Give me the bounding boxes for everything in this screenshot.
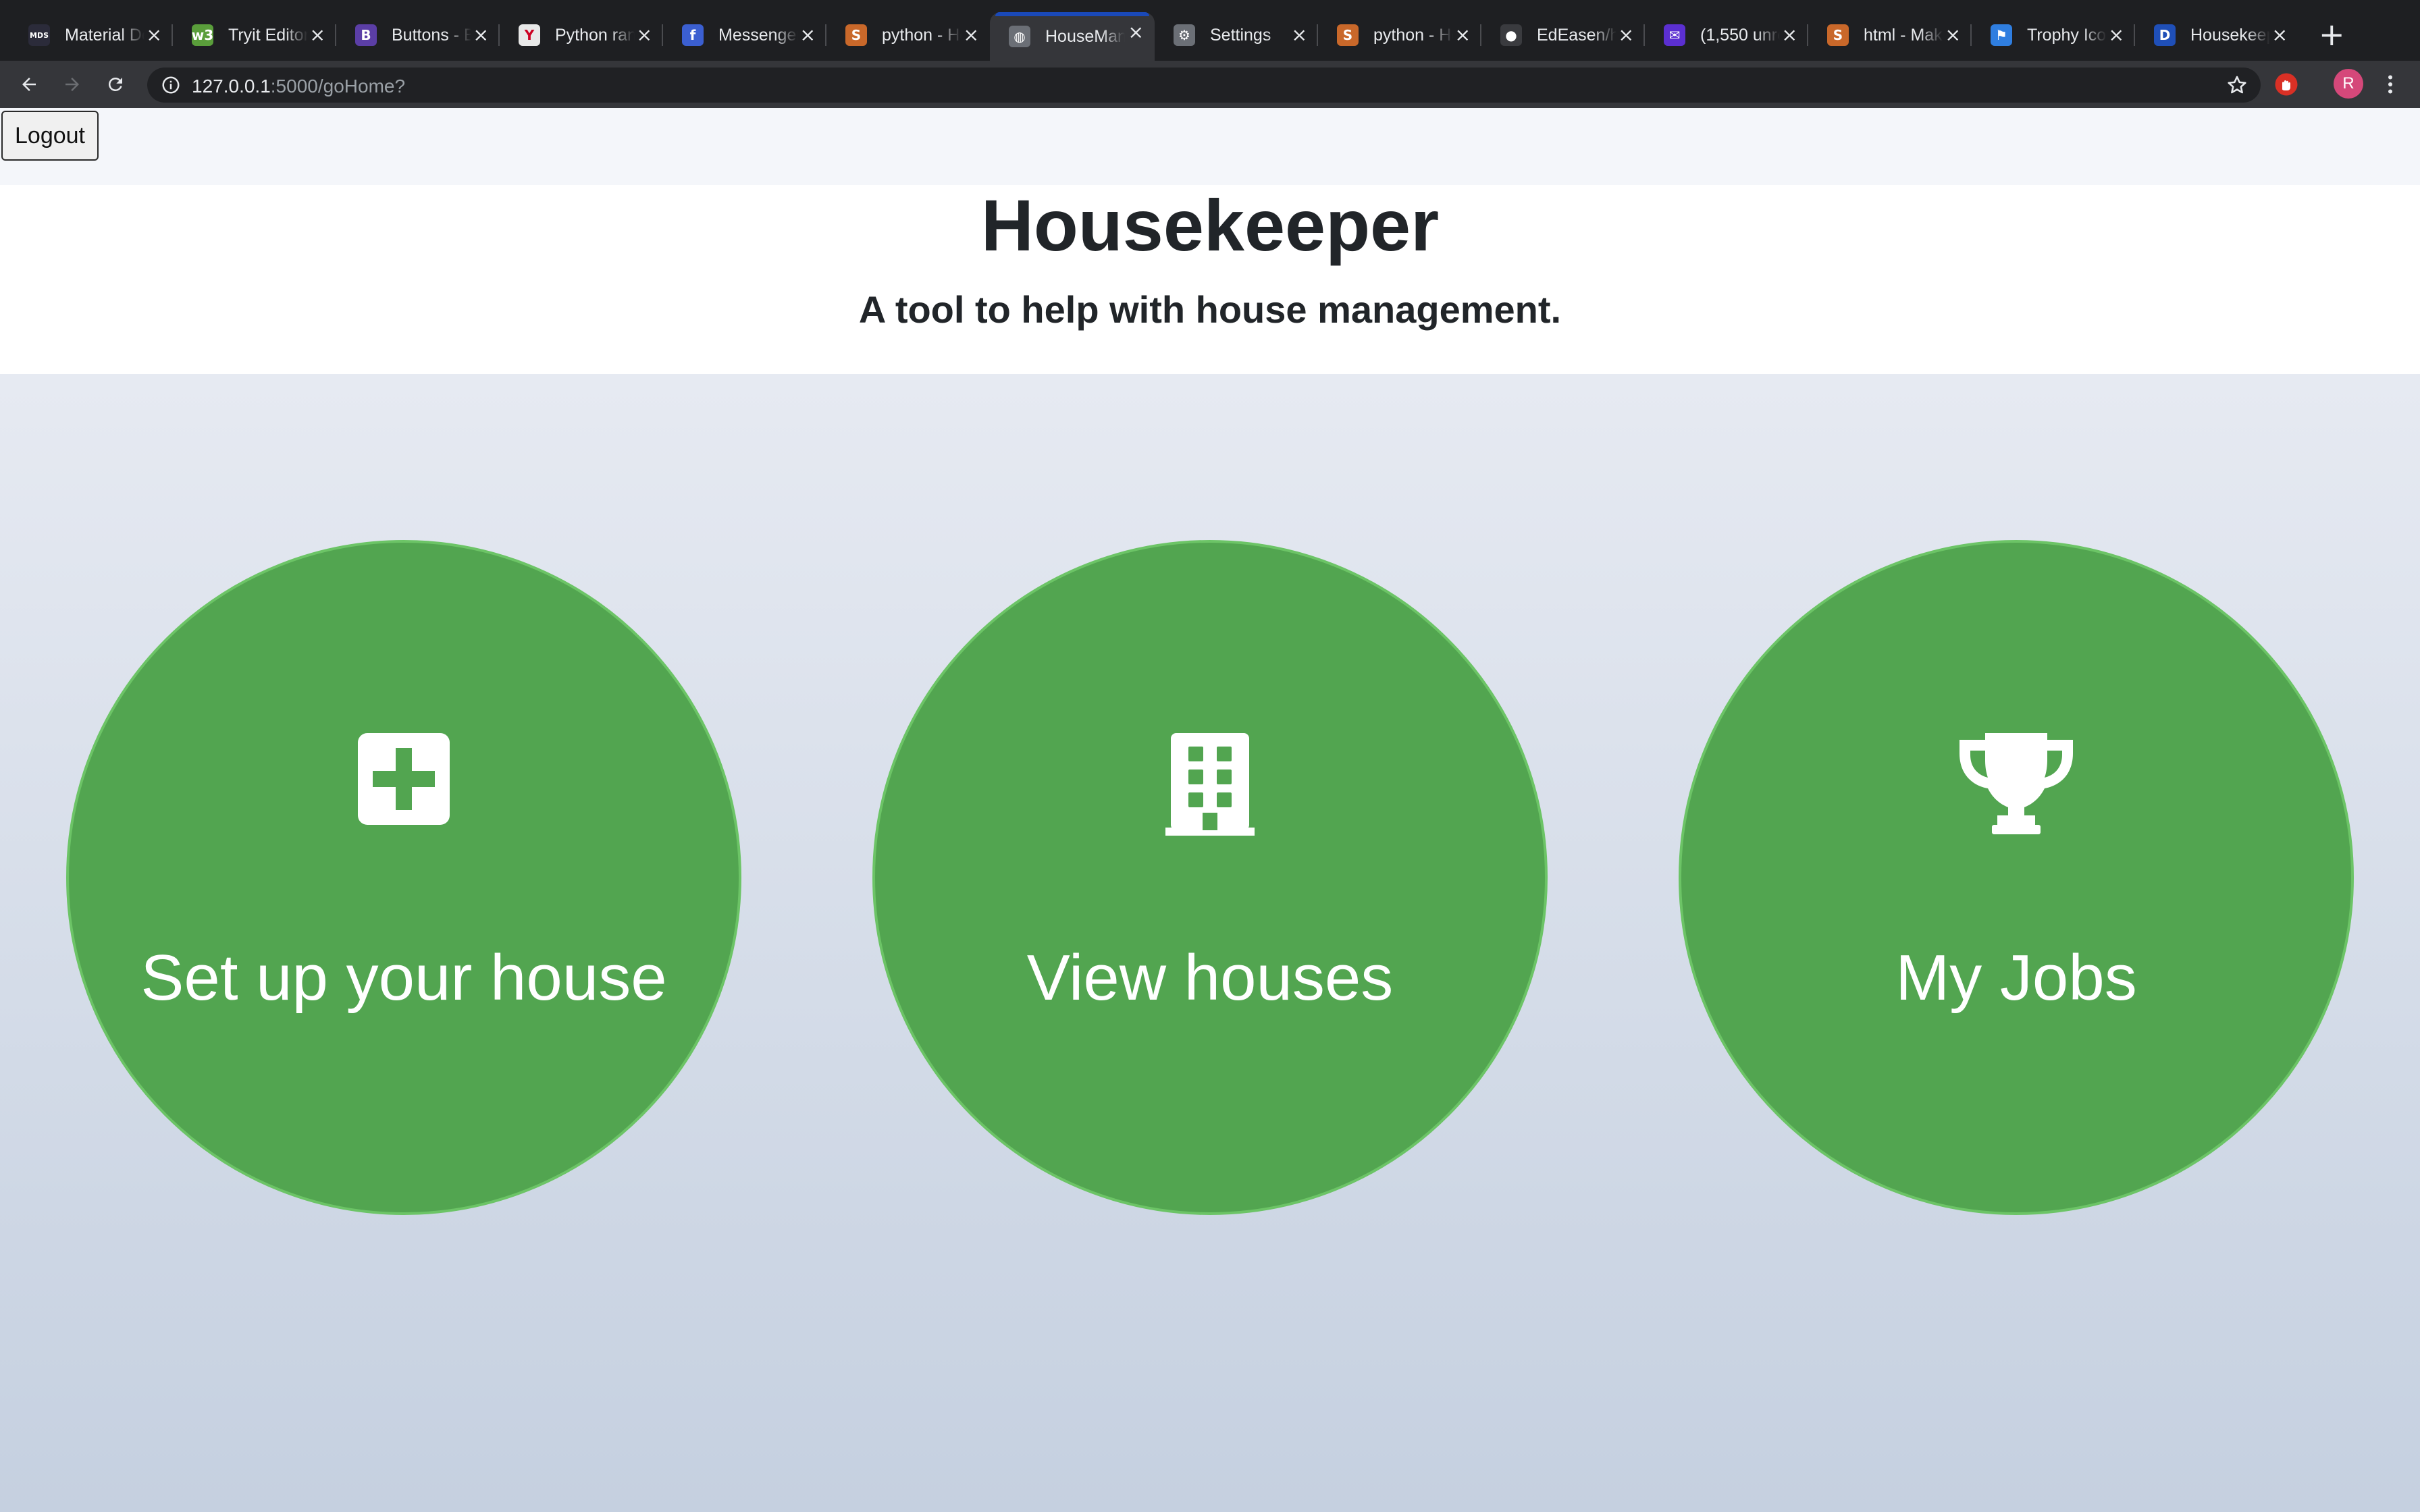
forward-arrow-icon xyxy=(65,78,79,91)
info-icon[interactable] xyxy=(161,75,181,95)
tab-close-icon[interactable]: × xyxy=(1128,22,1144,43)
url-text[interactable]: 127.0.0.1:5000/goHome? xyxy=(192,76,405,97)
tab-close-icon[interactable]: × xyxy=(964,24,979,46)
tab-title: Material Design xyxy=(65,25,144,45)
profile-avatar[interactable]: R xyxy=(2334,69,2363,99)
page-subtitle: A tool to help with house management. xyxy=(858,288,1562,331)
browser-tab[interactable]: Y Python random× xyxy=(500,15,663,55)
stackoverflow-icon: S xyxy=(1827,24,1849,46)
plus-square-icon xyxy=(358,733,450,825)
back-arrow-icon xyxy=(22,78,36,91)
reload-icon xyxy=(108,77,122,91)
view-houses-button[interactable]: View houses xyxy=(872,540,1548,1215)
d-icon: D xyxy=(2154,24,2176,46)
extension-icon[interactable] xyxy=(2274,72,2298,97)
browser-tab[interactable]: w3 Tryit Editor × xyxy=(173,15,336,55)
tab-close-icon[interactable]: × xyxy=(473,24,489,46)
browser-tab[interactable]: Spython - How× xyxy=(826,15,990,55)
tab-title: Messenger xyxy=(718,25,798,45)
stackoverflow-icon: S xyxy=(1337,24,1359,46)
browser-tab[interactable]: MDS Material Design× xyxy=(9,15,173,55)
bookmark-star-icon[interactable] xyxy=(2226,74,2248,97)
gear-icon: ⚙ xyxy=(1174,24,1195,46)
tab-title: python - How xyxy=(1373,25,1453,45)
bootstrap-icon: B xyxy=(355,24,377,46)
tab-title: Buttons - Bootstrap xyxy=(392,25,471,45)
tab-close-icon[interactable]: × xyxy=(2109,24,2124,46)
hero-header: Housekeeper A tool to help with house ma… xyxy=(0,185,2420,374)
tab-title: python - How xyxy=(882,25,962,45)
building-icon xyxy=(1165,733,1255,836)
tab-title: Python random xyxy=(555,25,635,45)
browser-tab[interactable]: f Messenger × xyxy=(663,15,826,55)
github-icon: ● xyxy=(1500,24,1522,46)
new-tab-button[interactable]: + xyxy=(2319,19,2345,50)
mail-icon: ✉ xyxy=(1664,24,1685,46)
logout-button[interactable]: Logout xyxy=(1,111,99,161)
setup-house-label: Set up your house xyxy=(140,942,667,1014)
globe-icon: ◍ xyxy=(1009,26,1030,47)
tab-close-icon[interactable]: × xyxy=(1619,24,1634,46)
tab-close-icon[interactable]: × xyxy=(310,24,325,46)
my-jobs-button[interactable]: My Jobs xyxy=(1679,540,2354,1215)
tab-title: HouseManager xyxy=(1045,26,1125,46)
tab-close-icon[interactable]: × xyxy=(1945,24,1961,46)
page-content: Logout Housekeeper A tool to help with h… xyxy=(0,108,2420,1512)
flag-icon: ⚑ xyxy=(1991,24,2012,46)
tab-close-icon[interactable]: × xyxy=(1782,24,1797,46)
back-button[interactable] xyxy=(14,69,45,100)
setup-house-button[interactable]: Set up your house xyxy=(66,540,741,1215)
tab-close-icon[interactable]: × xyxy=(147,24,162,46)
forward-button[interactable] xyxy=(57,69,88,100)
mds-icon: MDS xyxy=(28,24,50,46)
tab-title: Tryit Editor xyxy=(228,25,308,45)
browser-tab[interactable]: ◍ HouseManager× xyxy=(990,12,1155,61)
tab-title: Trophy Icon xyxy=(2027,25,2107,45)
browser-tab[interactable]: Spython - How× xyxy=(1318,15,1481,55)
tab-title: EdEasen/house xyxy=(1537,25,1616,45)
active-tab-indicator xyxy=(995,12,1149,16)
tab-title: Housekeeper xyxy=(2190,25,2270,45)
browser-tab[interactable]: ⚑ Trophy Icon × xyxy=(1972,15,2135,55)
browser-tab[interactable]: ● EdEasen/house× xyxy=(1481,15,1645,55)
browser-toolbar: 127.0.0.1:5000/goHome? R xyxy=(0,61,2420,108)
yp-icon: Y xyxy=(519,24,540,46)
browser-tab[interactable]: ⚙ Settings × xyxy=(1155,15,1318,55)
w3schools-icon: w3 xyxy=(192,24,213,46)
address-bar[interactable]: 127.0.0.1:5000/goHome? xyxy=(147,68,2261,103)
tab-close-icon[interactable]: × xyxy=(1455,24,1471,46)
tab-title: (1,550 unread) xyxy=(1700,25,1780,45)
browser-tab[interactable]: Shtml - Make × xyxy=(1808,15,1972,55)
tab-close-icon[interactable]: × xyxy=(637,24,652,46)
tab-close-icon[interactable]: × xyxy=(1292,24,1307,46)
view-houses-label: View houses xyxy=(1026,942,1394,1014)
facebook-icon: f xyxy=(682,24,704,46)
more-menu-icon[interactable] xyxy=(2378,72,2402,97)
tab-close-icon[interactable]: × xyxy=(800,24,816,46)
browser-tab[interactable]: D Housekeeper× xyxy=(2135,15,2298,55)
stackoverflow-icon: S xyxy=(845,24,867,46)
tab-title: html - Make xyxy=(1864,25,1943,45)
browser-tab[interactable]: B Buttons - Bootstrap× xyxy=(336,15,500,55)
my-jobs-label: My Jobs xyxy=(1895,942,2137,1014)
tab-close-icon[interactable]: × xyxy=(2272,24,2288,46)
page-title: Housekeeper xyxy=(980,184,1440,266)
top-nav-bar: Logout xyxy=(0,108,2420,185)
url-host: 127.0.0.1 xyxy=(192,76,271,97)
url-path: :5000/goHome? xyxy=(270,76,406,97)
tab-strip: MDSMaterial Design×w3Tryit Editor×BButto… xyxy=(0,0,2420,61)
tab-title: Settings xyxy=(1210,25,1271,45)
reload-button[interactable] xyxy=(100,69,131,100)
trophy-icon xyxy=(1959,733,2073,834)
browser-tab[interactable]: ✉ (1,550 unread)× xyxy=(1645,15,1808,55)
